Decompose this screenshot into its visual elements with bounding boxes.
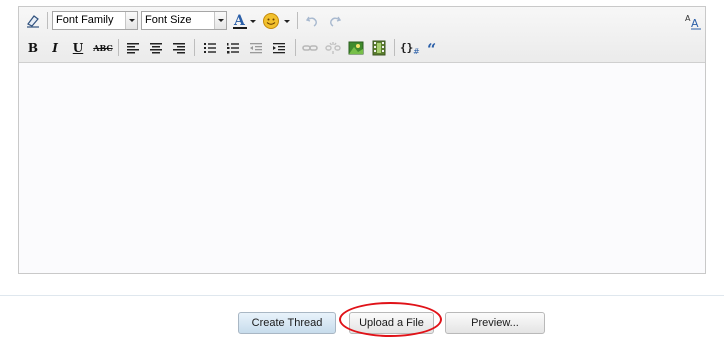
toolbar-row-2: B I U ABC {} # “ xyxy=(19,36,705,60)
font-family-select[interactable]: Font Family xyxy=(52,11,138,30)
toolbar-row-1: Font Family Font Size A AA xyxy=(19,9,705,33)
chevron-down-icon xyxy=(214,12,226,29)
create-thread-button[interactable]: Create Thread xyxy=(238,312,336,334)
chevron-down-icon[interactable] xyxy=(282,11,291,31)
toolbar-separator xyxy=(297,12,298,29)
rich-text-editor: Font Family Font Size A AA B I U ABC {} … xyxy=(18,6,706,274)
chevron-down-icon[interactable] xyxy=(248,11,257,31)
eraser-icon[interactable] xyxy=(23,11,43,31)
svg-text:A: A xyxy=(691,17,699,30)
toolbar-separator xyxy=(118,39,119,56)
code-icon[interactable]: {} # xyxy=(399,38,423,58)
font-scale-icon[interactable]: AA xyxy=(683,11,703,31)
toolbar-separator xyxy=(47,12,48,29)
align-center-icon[interactable] xyxy=(146,38,166,58)
divider xyxy=(0,295,724,296)
link-icon[interactable] xyxy=(300,38,320,58)
bold-icon: B xyxy=(27,41,39,55)
quote-icon[interactable]: “ xyxy=(424,38,444,58)
editor-content-area[interactable] xyxy=(19,63,705,273)
bullet-list-icon[interactable] xyxy=(200,38,220,58)
font-size-select[interactable]: Font Size xyxy=(141,11,227,30)
font-size-label: Font Size xyxy=(145,14,192,26)
strikethrough-icon: ABC xyxy=(93,43,113,53)
underline-icon: U xyxy=(72,41,84,55)
svg-text:A: A xyxy=(233,13,246,29)
align-left-icon[interactable] xyxy=(123,38,143,58)
toolbar-separator xyxy=(394,39,395,56)
italic-button[interactable]: I xyxy=(45,38,65,58)
numbered-list-icon[interactable] xyxy=(223,38,243,58)
italic-icon: I xyxy=(52,41,58,55)
undo-icon[interactable] xyxy=(302,11,322,31)
align-right-icon[interactable] xyxy=(169,38,189,58)
font-family-label: Font Family xyxy=(56,14,114,26)
film-icon[interactable] xyxy=(369,38,389,58)
unlink-icon[interactable] xyxy=(323,38,343,58)
smiley-icon[interactable] xyxy=(261,11,281,31)
strikethrough-button[interactable]: ABC xyxy=(91,38,115,58)
chevron-down-icon xyxy=(125,12,137,29)
outdent-icon[interactable] xyxy=(246,38,266,58)
redo-icon[interactable] xyxy=(325,11,345,31)
preview-button[interactable]: Preview... xyxy=(445,312,545,334)
text-color-icon[interactable]: A xyxy=(230,11,250,31)
svg-text:“: “ xyxy=(427,41,436,55)
underline-button[interactable]: U xyxy=(68,38,88,58)
svg-text:{}: {} xyxy=(400,41,413,54)
toolbar-separator xyxy=(194,39,195,56)
toolbar-separator xyxy=(295,39,296,56)
editor-toolbar: Font Family Font Size A AA B I U ABC {} … xyxy=(19,7,705,63)
bold-button[interactable]: B xyxy=(23,38,43,58)
indent-icon[interactable] xyxy=(269,38,289,58)
svg-text:#: # xyxy=(413,47,420,56)
image-icon[interactable] xyxy=(346,38,366,58)
upload-file-button[interactable]: Upload a File xyxy=(349,312,434,334)
